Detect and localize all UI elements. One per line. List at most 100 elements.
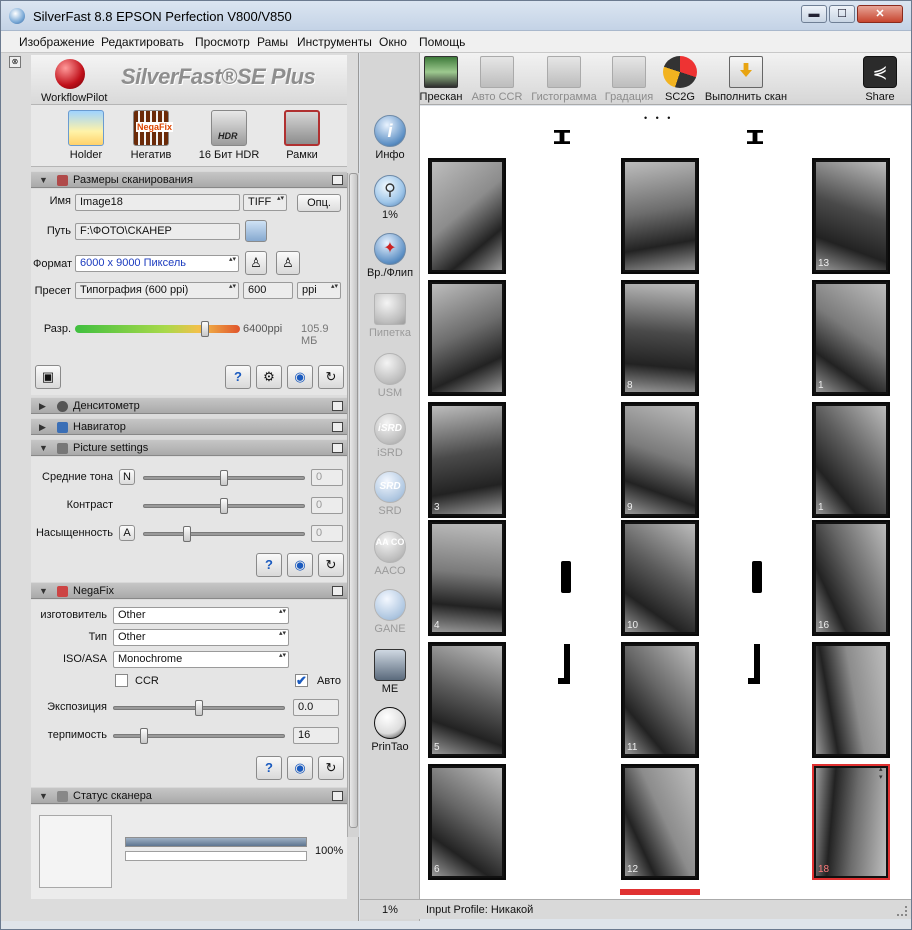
tool-printao[interactable]: PrinTao [364,707,416,753]
film-frame[interactable]: 12 [621,764,699,880]
saturation-value[interactable]: 0 [311,525,343,542]
ppi-unit-select[interactable]: ppi [297,282,341,299]
dock-icon[interactable]: ⊗ [9,56,21,68]
contrast-value[interactable]: 0 [311,497,343,514]
tolerance-slider-track[interactable] [113,734,285,738]
film-frame[interactable]: 1 [812,280,890,396]
save-icon[interactable]: ▣ [35,365,61,389]
minimize-button[interactable]: ▬ [801,5,827,23]
workflowpilot-icon[interactable] [55,59,85,89]
resize-grip-icon[interactable] [897,906,907,916]
left-panel-scrollbar[interactable] [347,173,359,837]
midtones-n-button[interactable]: N [119,469,135,485]
mode-negative[interactable]: NegaFix Негатив [116,110,186,161]
midtones-value[interactable]: 0 [311,469,343,486]
exposure-value[interactable]: 0.0 [293,699,339,716]
scrollbar-thumb[interactable] [349,173,358,828]
frame-size-select[interactable]: 6000 x 9000 Пиксель [75,255,239,272]
menu-window[interactable]: Окно [379,35,407,49]
tool-me[interactable]: ME [364,649,416,695]
section-scan-size[interactable]: ▼ Размеры сканирования [31,171,347,188]
tool-gane[interactable]: GANE [364,589,416,635]
section-navigator[interactable]: ▶ Навигатор [31,418,347,435]
film-frame[interactable]: 16 [812,520,890,636]
quicktime-icon[interactable]: ◉ [287,365,313,389]
popout-icon[interactable] [332,443,343,453]
menu-tools[interactable]: Инструменты [297,35,372,49]
ppi-field[interactable]: 600 [243,282,293,299]
film-frame[interactable]: 9 [621,402,699,518]
section-picture-settings[interactable]: ▼ Picture settings [31,439,347,456]
type-select[interactable]: Other [113,629,289,646]
contrast-slider-thumb[interactable] [220,498,228,514]
menu-frames[interactable]: Рамы [257,35,288,49]
share-button[interactable]: ⋞ Share [860,56,900,103]
reset-icon[interactable]: ↻ [318,756,344,780]
start-scan-button[interactable]: Выполнить скан [702,56,790,103]
help-icon[interactable]: ? [225,365,251,389]
gradation-button[interactable]: Градация [600,56,658,103]
film-frame[interactable]: 6 [428,764,506,880]
file-format-select[interactable]: TIFF [243,194,287,211]
film-frame[interactable]: 13 [812,158,890,274]
film-frame[interactable]: 1 [812,402,890,518]
resolution-slider-track[interactable] [75,325,240,333]
name-field[interactable]: Image18 [75,194,240,211]
midtones-slider-thumb[interactable] [220,470,228,486]
maker-select[interactable]: Other [113,607,289,624]
popout-icon[interactable] [332,422,343,432]
film-frame[interactable]: 11 [621,642,699,758]
tool-srd[interactable]: SRD SRD [364,471,416,517]
auto-checkbox[interactable]: ✔ [295,674,308,687]
saturation-slider-thumb[interactable] [182,526,191,542]
menu-view[interactable]: Просмотр [195,35,250,49]
help-icon[interactable]: ? [256,553,282,577]
film-frame[interactable] [812,642,890,758]
tool-isrd[interactable]: iSRD iSRD [364,413,416,459]
auto-ccr-button[interactable]: Авто CCR [468,56,526,103]
popout-icon[interactable] [332,791,343,801]
menu-help[interactable]: Помощь [419,35,465,49]
quicktime-icon[interactable]: ◉ [287,553,313,577]
tool-usm[interactable]: USM [364,353,416,399]
popout-icon[interactable] [332,586,343,596]
gear-icon[interactable]: ⚙ [256,365,282,389]
mode-hdr[interactable]: HDR 16 Бит HDR [194,110,264,161]
sc2g-button[interactable]: SC2G [660,56,700,103]
help-icon[interactable]: ? [256,756,282,780]
section-densitometer[interactable]: ▶ Денситометр [31,397,347,414]
tolerance-slider-thumb[interactable] [139,728,148,744]
histogram-button[interactable]: Гистограмма [528,56,600,103]
film-frame[interactable]: 10 [621,520,699,636]
options-button[interactable]: Опц. [297,194,341,212]
ccr-checkbox[interactable] [115,674,128,687]
tool-zoom[interactable]: ⚲ 1% [364,175,416,221]
film-frame[interactable]: 3 [428,402,506,518]
tool-rotate-flip[interactable]: ✦ Вр./Флип [364,233,416,279]
film-frame[interactable]: 8 [621,280,699,396]
saturation-a-button[interactable]: A [119,525,135,541]
tool-aaco[interactable]: AA CO AACO [364,531,416,577]
preset-select[interactable]: Типография (600 ppi) [75,282,239,299]
reset-icon[interactable]: ↻ [318,365,344,389]
exposure-slider-thumb[interactable] [195,700,203,716]
portrait-icon[interactable]: ♙ [245,251,267,275]
popout-icon[interactable] [332,175,343,185]
film-frame[interactable] [428,280,506,396]
landscape-icon[interactable]: ♙ [276,251,300,275]
close-button[interactable]: ✕ [857,5,903,23]
popout-icon[interactable] [332,401,343,411]
mode-holder[interactable]: Holder [51,110,121,161]
menu-image[interactable]: Изображение [19,35,95,49]
path-field[interactable]: F:\ФОТО\СКАНЕР [75,223,240,240]
tool-pipette[interactable]: Пипетка [364,293,416,339]
quicktime-icon[interactable]: ◉ [287,756,313,780]
mode-frames[interactable]: Рамки [267,110,337,161]
preview-area[interactable]: • • • 3 4 5 6 8 9 10 11 12 13 1 1 16 18 [420,106,911,899]
saturation-slider-track[interactable] [143,532,305,536]
section-scanner-status[interactable]: ▼ Статус сканера [31,787,347,804]
film-frame[interactable]: 4 [428,520,506,636]
section-negafix[interactable]: ▼ NegaFix [31,582,347,599]
tool-info[interactable]: i Инфо [364,115,416,161]
reset-icon[interactable]: ↻ [318,553,344,577]
